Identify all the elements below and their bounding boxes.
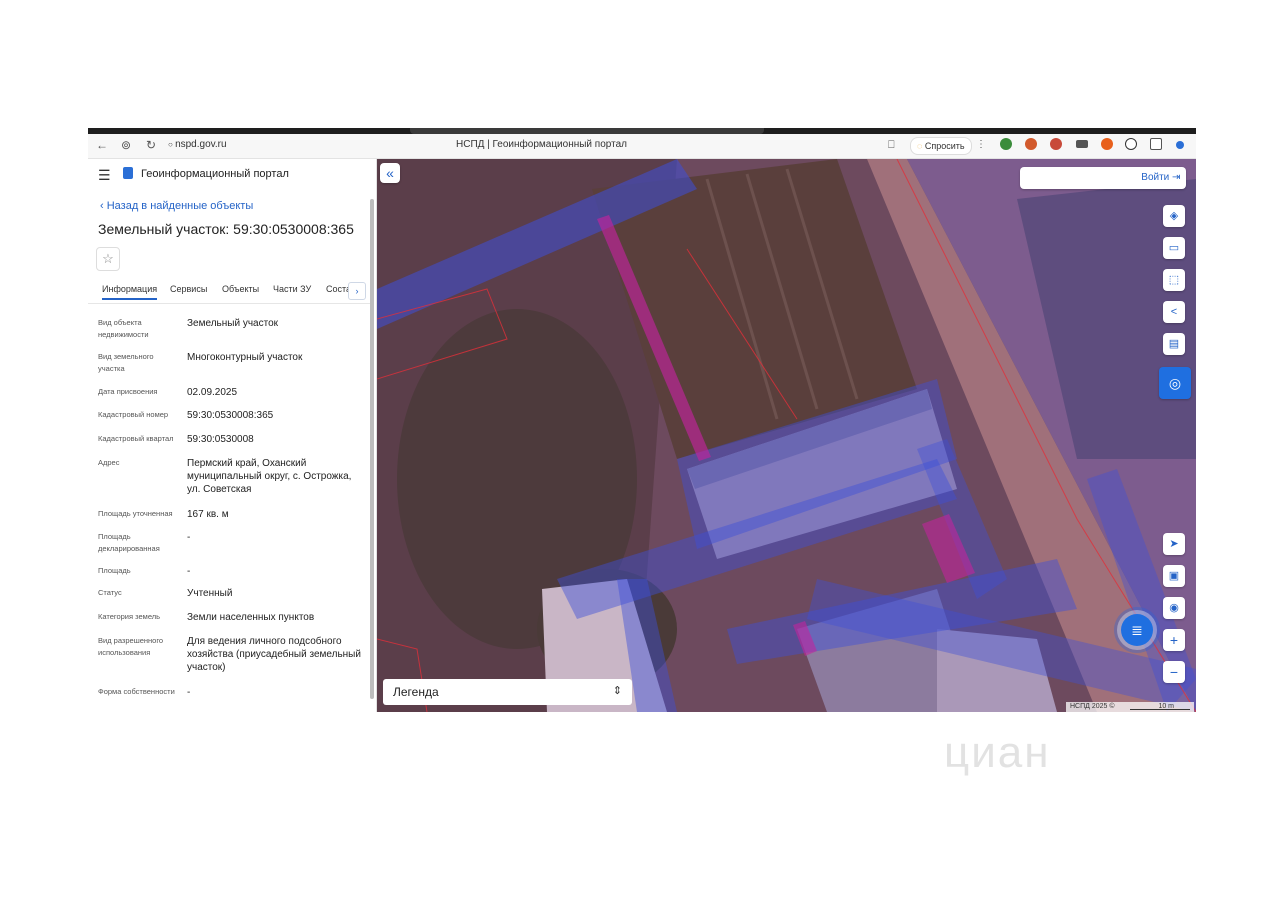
- minimap-icon[interactable]: ▣: [1163, 565, 1185, 587]
- login-button[interactable]: Войти ⇥: [1020, 167, 1186, 189]
- tab-info[interactable]: Информация: [102, 284, 158, 300]
- portal-name[interactable]: Геоинформационный портал: [141, 168, 289, 180]
- satellite-map[interactable]: [377, 159, 1196, 712]
- copyright-text: НСПД 2025 ©: [1070, 703, 1115, 710]
- login-icon: ⇥: [1172, 172, 1181, 183]
- print-icon[interactable]: ▤: [1163, 333, 1185, 355]
- object-title: Земельный участок: 59:30:0530008:365: [98, 221, 354, 237]
- shield-icon[interactable]: ⊚: [121, 138, 131, 152]
- collapse-sidebar-button[interactable]: «: [380, 163, 400, 183]
- chat-button[interactable]: ≣: [1121, 614, 1153, 646]
- property-label: Вид разрешенного использования: [98, 636, 164, 657]
- property-label: Площадь: [98, 566, 131, 575]
- tabs-scroll-right-icon[interactable]: ›: [348, 282, 366, 300]
- share-icon[interactable]: <: [1163, 301, 1185, 323]
- page-title: НСПД | Геоинформационный портал: [456, 139, 627, 150]
- menu-icon[interactable]: ☰: [98, 167, 111, 184]
- url-text: nspd.gov.ru: [175, 139, 227, 150]
- property-label: Дата присвоения: [98, 387, 158, 396]
- tab-parts[interactable]: Части ЗУ: [273, 284, 311, 294]
- browser-toolbar: ← ⊚ ↻ ○ nspd.gov.ru НСПД | Геоинформацио…: [88, 134, 1196, 159]
- extension-icon-4[interactable]: [1076, 140, 1088, 148]
- property-value: Земли населенных пунктов: [187, 612, 315, 623]
- expand-icon: ⇕: [612, 685, 622, 697]
- tab-objects[interactable]: Объекты: [222, 284, 259, 294]
- ask-button[interactable]: ◌ Спросить: [910, 137, 972, 155]
- locate-icon[interactable]: ➤: [1163, 533, 1185, 555]
- ask-icon: ◌: [917, 141, 925, 151]
- legend-dropdown[interactable]: Легенда ⇕: [383, 679, 632, 705]
- back-to-results-link[interactable]: ‹ Назад в найденные объекты: [100, 200, 253, 212]
- property-label: Кадастровый квартал: [98, 434, 174, 443]
- scale-value: 10 m: [1158, 703, 1174, 710]
- extension-icon-3[interactable]: [1050, 138, 1062, 150]
- property-value: Для ведения личного подсобного хозяйства…: [187, 636, 361, 673]
- property-value: -: [187, 532, 191, 543]
- favorite-star-icon[interactable]: ☆: [96, 247, 120, 271]
- property-value: Многоконтурный участок: [187, 352, 303, 363]
- property-label: Категория земель: [98, 612, 161, 621]
- screenshot-frame: ← ⊚ ↻ ○ nspd.gov.ru НСПД | Геоинформацио…: [88, 128, 1196, 712]
- property-label: Форма собственности: [98, 687, 175, 696]
- extension-icon-5[interactable]: [1101, 138, 1113, 150]
- property-value: Учтенный: [187, 588, 233, 599]
- tab-services[interactable]: Сервисы: [170, 284, 207, 294]
- tab-bar: Информация Сервисы Объекты Части ЗУ Сост…: [88, 281, 370, 304]
- property-value: 59:30:0530008:365: [187, 410, 274, 421]
- zoom-in-button[interactable]: +: [1163, 629, 1185, 651]
- portal-logo-icon: [123, 167, 133, 179]
- property-value: 167 кв. м: [187, 509, 229, 520]
- sidebar-panel: ☰ Геоинформационный портал ‹ Назад в най…: [88, 159, 377, 712]
- map-view[interactable]: « Войти ⇥ ◈ ▭ ⬚ < ▤ ◎ ➤ ▣ ◉ + − ≣ Легенд…: [377, 159, 1196, 712]
- property-label: Статус: [98, 588, 122, 597]
- extension-icon-7[interactable]: [1150, 138, 1162, 150]
- watermark: циан: [944, 728, 1051, 777]
- zoom-out-button[interactable]: −: [1163, 661, 1185, 683]
- extension-icon-6[interactable]: [1125, 138, 1137, 150]
- download-icon[interactable]: [1176, 141, 1184, 149]
- property-value: Пермский край, Оханский муниципальный ок…: [187, 458, 352, 495]
- reload-icon[interactable]: ↻: [146, 138, 156, 152]
- property-value: 59:30:0530008: [187, 434, 254, 445]
- property-label: Площадь декларированная: [98, 532, 160, 553]
- extension-icon-1[interactable]: [1000, 138, 1012, 150]
- property-label: Вид земельного участка: [98, 352, 154, 373]
- property-label: Вид объекта недвижимости: [98, 318, 149, 339]
- address-bar[interactable]: ○ nspd.gov.ru: [168, 139, 227, 150]
- property-value: Земельный участок: [187, 318, 279, 329]
- login-label: Войти: [1141, 172, 1170, 183]
- legend-label: Легенда: [393, 685, 439, 699]
- extension-icon-2[interactable]: [1025, 138, 1037, 150]
- back-icon[interactable]: ←: [96, 138, 108, 152]
- bookmark-icon[interactable]: ⎕: [888, 138, 895, 152]
- ruler-icon[interactable]: ▭: [1163, 237, 1185, 259]
- more-menu-icon[interactable]: ⋮: [976, 138, 986, 152]
- lock-icon: ○: [168, 140, 176, 149]
- scale-bar: [1130, 709, 1190, 710]
- assistant-icon[interactable]: ◎: [1159, 367, 1191, 399]
- map-scale: НСПД 2025 © 10 m: [1066, 702, 1194, 712]
- property-value: -: [187, 566, 191, 577]
- select-area-icon[interactable]: ⬚: [1163, 269, 1185, 291]
- property-label: Адрес: [98, 458, 120, 467]
- property-value: -: [187, 687, 191, 698]
- ask-label: Спросить: [924, 141, 965, 151]
- sidebar-scrollbar[interactable]: [370, 199, 374, 699]
- property-label: Площадь уточненная: [98, 509, 173, 518]
- property-value: 02.09.2025: [187, 387, 238, 398]
- property-label: Кадастровый номер: [98, 410, 169, 419]
- layers-icon[interactable]: ◈: [1163, 205, 1185, 227]
- geolocation-icon[interactable]: ◉: [1163, 597, 1185, 619]
